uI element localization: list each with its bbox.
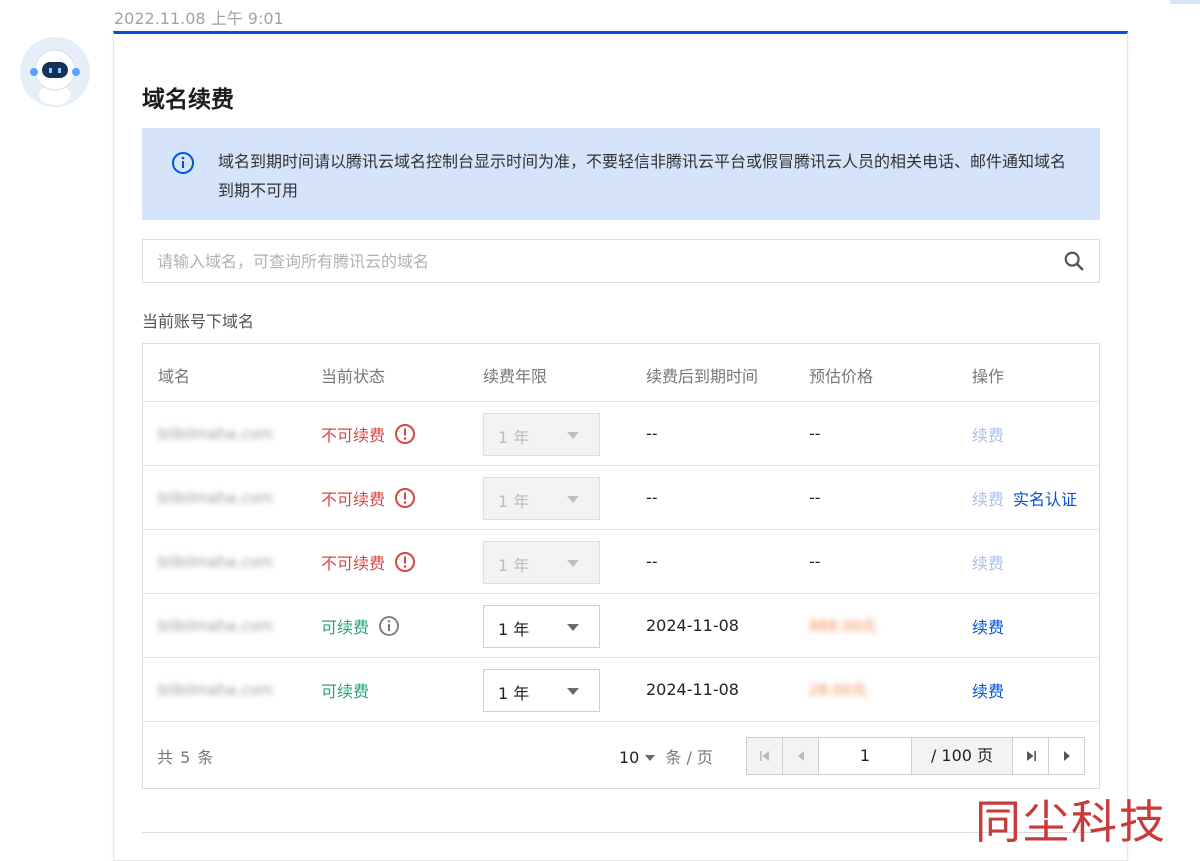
info-circle-icon[interactable] [378, 615, 400, 637]
domain-search [142, 239, 1100, 283]
notice-banner: 域名到期时间请以腾讯云域名控制台显示时间为准，不要轻信非腾讯云平台或假冒腾讯云人… [142, 128, 1100, 220]
message-timestamp: 2022.11.08 上午 9:01 [114, 9, 284, 28]
total-pages: / 100 页 [912, 738, 1013, 774]
renewal-card: 域名续费 域名到期时间请以腾讯云域名控制台显示时间为准，不要轻信非腾讯云平台或假… [113, 31, 1128, 861]
domain-table: 域名 当前状态 续费年限 续费后到期时间 预估价格 操作 bilbilmaha.… [142, 343, 1100, 789]
search-input[interactable] [157, 249, 1037, 273]
page-size-select[interactable]: 10 条 / 页 [619, 744, 713, 768]
card-title: 域名续费 [142, 87, 234, 113]
caret-down-icon [567, 496, 579, 503]
header-price: 预估价格 [809, 367, 874, 386]
bot-avatar [20, 37, 90, 107]
total-count: 共 5 条 [157, 748, 215, 767]
domain-name: bilbilmaha.com [158, 680, 274, 699]
years-value: 1 年 [498, 428, 530, 447]
table-row: bilbilmaha.com 可续费 1 年 2024-11-08 888.00元 续费 [143, 594, 1099, 658]
table-row: bilbilmaha.com 不可续费 1 年 -- -- 续费 实名认证 [143, 466, 1099, 530]
table-row: bilbilmaha.com 不可续费 1 年 -- -- 续费 [143, 402, 1099, 466]
header-status: 当前状态 [321, 367, 386, 386]
expiry-date: 2024-11-08 [646, 616, 739, 635]
last-page-button[interactable] [1013, 738, 1049, 774]
page-size-unit: 条 / 页 [665, 748, 713, 767]
domain-name: bilbilmaha.com [158, 488, 274, 507]
exclamation-circle-icon[interactable] [394, 551, 416, 573]
last-page-icon [1026, 751, 1036, 761]
years-select[interactable]: 1 年 [483, 605, 600, 648]
real-name-verify-link[interactable]: 实名认证 [1013, 486, 1077, 510]
caret-down-icon [567, 688, 579, 695]
caret-down-icon [567, 560, 579, 567]
status-text: 不可续费 [321, 553, 386, 573]
years-select: 1 年 [483, 477, 600, 520]
renew-link[interactable]: 续费 [972, 678, 1004, 702]
exclamation-circle-icon[interactable] [394, 487, 416, 509]
first-page-button[interactable] [747, 738, 783, 774]
years-select: 1 年 [483, 413, 600, 456]
section-label: 当前账号下域名 [142, 312, 255, 331]
caret-down-icon [567, 432, 579, 439]
robot-icon [20, 37, 90, 107]
caret-down-icon [645, 754, 656, 761]
caret-down-icon [567, 624, 579, 631]
prev-page-button[interactable] [783, 738, 819, 774]
page-size-value: 10 [619, 748, 640, 767]
header-actions: 操作 [972, 367, 1005, 386]
estimated-price: -- [809, 552, 821, 571]
divider [142, 832, 1100, 833]
header-expiry: 续费后到期时间 [646, 367, 759, 386]
search-icon[interactable] [1063, 250, 1085, 272]
notice-text: 域名到期时间请以腾讯云域名控制台显示时间为准，不要轻信非腾讯云平台或假冒腾讯云人… [218, 152, 1067, 200]
table-footer: 共 5 条 10 条 / 页 1 / 100 页 [143, 722, 1099, 788]
top-right-indicator [1170, 0, 1200, 4]
next-page-button[interactable] [1049, 738, 1084, 774]
estimated-price: -- [809, 424, 821, 443]
exclamation-circle-icon[interactable] [394, 423, 416, 445]
renew-link: 续费 [972, 553, 1005, 573]
estimated-price: 888.00元 [809, 617, 877, 635]
years-value: 1 年 [498, 620, 530, 639]
estimated-price: -- [809, 488, 821, 507]
prev-page-icon [797, 751, 804, 761]
status-text: 不可续费 [321, 425, 386, 445]
years-value: 1 年 [498, 556, 530, 575]
header-domain: 域名 [158, 367, 191, 386]
years-select: 1 年 [483, 541, 600, 584]
expiry-date: -- [646, 488, 658, 507]
status-text: 可续费 [321, 681, 370, 701]
first-page-icon [759, 751, 769, 761]
renew-link: 续费 [972, 425, 1005, 445]
domain-name: bilbilmaha.com [158, 552, 274, 571]
domain-name: bilbilmaha.com [158, 616, 274, 635]
renew-link: 续费 [972, 489, 1005, 509]
page-number-input[interactable]: 1 [819, 738, 912, 774]
table-row: bilbilmaha.com 可续费 1 年 2024-11-08 28.00元 续费 [143, 658, 1099, 722]
years-select[interactable]: 1 年 [483, 669, 600, 712]
expiry-date: 2024-11-08 [646, 680, 739, 699]
status-text: 不可续费 [321, 489, 386, 509]
table-row: bilbilmaha.com 不可续费 1 年 -- -- 续费 [143, 530, 1099, 594]
pagination: 1 / 100 页 [746, 737, 1085, 775]
info-icon [172, 152, 194, 174]
years-value: 1 年 [498, 492, 530, 511]
next-page-icon [1063, 751, 1070, 761]
table-header: 域名 当前状态 续费年限 续费后到期时间 预估价格 操作 [143, 344, 1099, 402]
expiry-date: -- [646, 552, 658, 571]
domain-name: bilbilmaha.com [158, 424, 274, 443]
header-years: 续费年限 [483, 367, 548, 386]
estimated-price: 28.00元 [809, 681, 867, 699]
watermark: 同尘科技 [975, 795, 1167, 849]
years-value: 1 年 [498, 684, 530, 703]
expiry-date: -- [646, 424, 658, 443]
renew-link[interactable]: 续费 [972, 614, 1004, 638]
status-text: 可续费 [321, 617, 370, 637]
